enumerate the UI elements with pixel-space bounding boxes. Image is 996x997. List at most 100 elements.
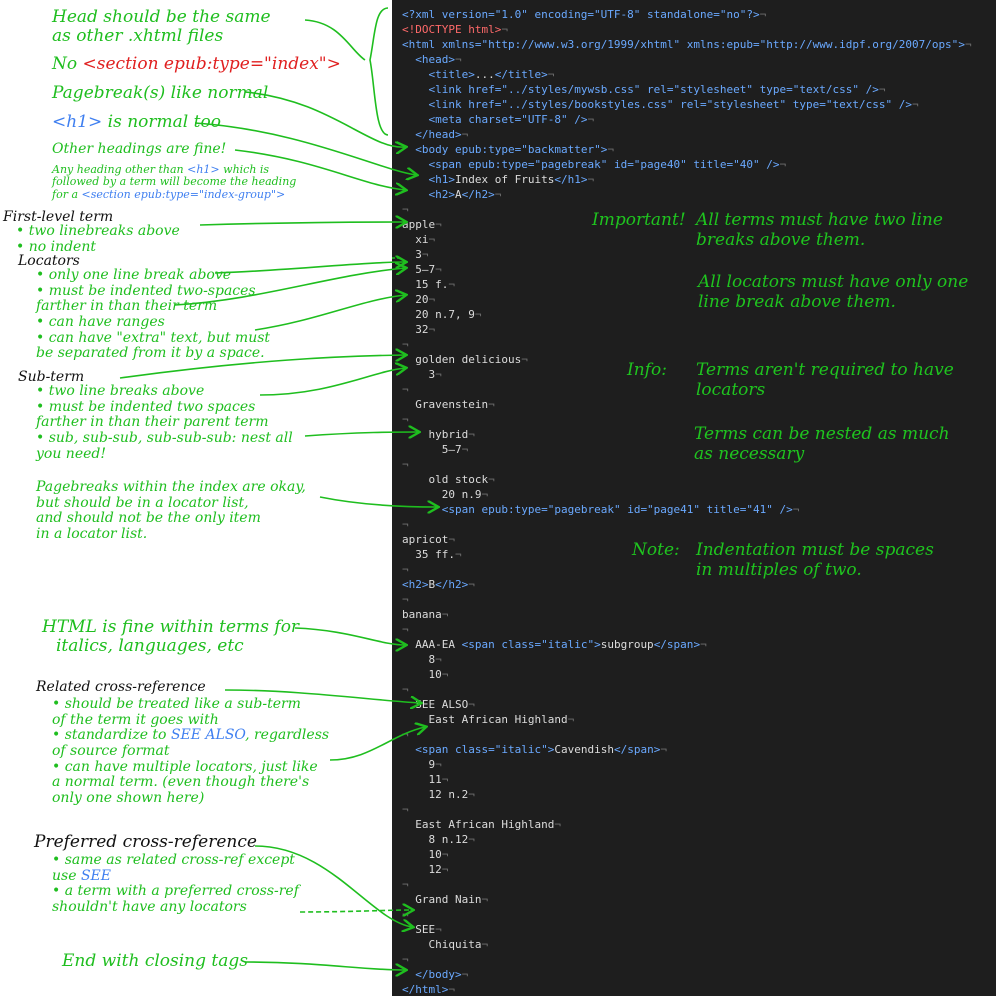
code-line: </html>¬: [402, 983, 455, 996]
note-line: • should be treated like a sub-term: [52, 696, 301, 712]
code-line: <h2>B</h2>¬: [402, 578, 475, 591]
note-line: Pagebreaks within the index are okay,: [36, 479, 306, 495]
code-line: </head>¬: [415, 128, 469, 141]
code-line: 3¬: [402, 368, 442, 381]
code-line: ¬: [402, 803, 409, 816]
code-line: ¬: [402, 908, 409, 921]
code-line: 20 n.7, 9¬: [402, 308, 482, 321]
code-line: 20 n.9¬: [402, 488, 489, 501]
note-line: • can have ranges: [36, 314, 165, 331]
code-line: hybrid¬: [402, 428, 475, 441]
note-line: • must be indented two spaces: [36, 398, 256, 415]
note-line: in a locator list.: [36, 526, 148, 543]
code-note-note-label: Note:: [632, 540, 680, 560]
note-first-level-items: • two linebreaks above • no indent: [16, 223, 180, 255]
note-line: Head should be the same: [52, 7, 271, 27]
code-line: ¬: [402, 728, 409, 741]
code-note-nested: Terms can be nested as much as necessary: [694, 424, 950, 465]
note-text: which is: [219, 163, 270, 176]
code-line: old stock¬: [402, 473, 495, 486]
note-line: • two line breaks above: [36, 383, 205, 399]
note-pagebreaks-index: Pagebreaks within the index are okay, bu…: [36, 479, 306, 543]
code-line: 10¬: [402, 668, 449, 681]
code-note-note-body: Indentation must be spaces in multiples …: [696, 540, 934, 581]
code-line: Gravenstein¬: [402, 398, 495, 411]
code-line: <?xml version="1.0" encoding="UTF-8" sta…: [402, 8, 767, 21]
code-line: ¬: [402, 458, 409, 471]
code-line: golden delicious¬: [402, 353, 528, 366]
code-line: 8¬: [402, 653, 442, 666]
note-locator-items: • only one line break above • must be in…: [36, 267, 271, 362]
code-line: 10¬: [402, 848, 449, 861]
code-line: <!DOCTYPE html>¬: [402, 23, 508, 36]
code-line: 8 n.12¬: [402, 833, 475, 846]
code-note-info-body: Terms aren't required to have locators: [696, 360, 954, 401]
note-line: Terms can be nested as much: [694, 424, 950, 444]
note-line: HTML is fine within terms for: [42, 617, 300, 637]
note-line: • sub, sub-sub, sub-sub-sub: nest all: [36, 430, 293, 447]
note-head-same: Head should be the same as other .xhtml …: [52, 7, 271, 46]
note-code: <section epub:type="index-group">: [81, 187, 286, 201]
note-line: farther in than their term: [36, 298, 218, 315]
note-text: for a: [52, 187, 82, 201]
code-line: 12 n.2¬: [402, 788, 475, 801]
note-code: <h1>: [187, 163, 220, 176]
note-line: you need!: [36, 445, 106, 462]
code-line: ¬: [402, 878, 409, 891]
code-line: <html xmlns="http://www.w3.org/1999/xhtm…: [402, 38, 972, 51]
note-line: • can have multiple locators, just like: [52, 758, 318, 775]
note-text: is normal too: [102, 112, 221, 132]
code-line: ¬: [402, 593, 409, 606]
note-line: of the term it goes with: [52, 711, 219, 728]
note-line: Terms aren't required to have: [696, 360, 954, 380]
code-line: ¬: [402, 953, 409, 966]
note-line: italics, languages, etc: [56, 636, 244, 657]
note-line: shouldn't have any locators: [52, 899, 247, 916]
note-text: No: [52, 54, 78, 74]
code-line: <meta charset="UTF-8" />¬: [428, 113, 595, 126]
code-line: ¬: [402, 623, 409, 636]
code-line: <span epub:type="pagebreak" id="page41" …: [441, 503, 800, 516]
note-line: in multiples of two.: [696, 560, 862, 581]
note-line: • only one line break above: [36, 267, 232, 283]
note-other-headings-detail: Any heading other than <h1> which is fol…: [52, 163, 296, 201]
note-line: as necessary: [694, 444, 805, 465]
code-note-info-label: Info:: [627, 360, 667, 380]
note-code: SEE ALSO: [170, 727, 246, 744]
code-line: <title>...</title>¬: [428, 68, 555, 81]
code-line: East African Highland¬: [402, 713, 575, 726]
code-line: 5–7¬: [402, 263, 442, 276]
note-line: All terms must have two line: [696, 210, 943, 230]
code-line: </body>¬: [415, 968, 469, 981]
code-line: ¬: [402, 413, 409, 426]
code-line: SEE ALSO¬: [402, 698, 475, 711]
code-line: 9¬: [402, 758, 442, 771]
note-line: but should be in a locator list,: [36, 494, 249, 511]
note-line: Indentation must be spaces: [696, 540, 934, 560]
note-pagebreaks-normal: Pagebreak(s) like normal: [52, 83, 269, 103]
note-line: • can have "extra" text, but must: [36, 329, 271, 346]
note-line: • must be indented two-spaces: [36, 282, 256, 299]
note-preferred-xref: Preferred cross-reference: [34, 832, 257, 852]
code-note-important: Important!: [592, 210, 686, 230]
code-line: <h1>Index of Fruits</h1>¬: [428, 173, 595, 186]
note-line: • two linebreaks above: [16, 223, 180, 239]
note-line: be separated from it by a space.: [36, 345, 265, 362]
note-no-section: No <section epub:type="index">: [52, 54, 341, 74]
code-line: 11¬: [402, 773, 449, 786]
note-related-xref: Related cross-reference: [36, 679, 206, 695]
code-line: banana¬: [402, 608, 449, 621]
code-line: 20¬: [402, 293, 436, 306]
code-line: ¬: [402, 338, 409, 351]
code-line: ¬: [402, 518, 409, 531]
code-line: <link href="../styles/mywsb.css" rel="st…: [428, 83, 886, 96]
note-text: Important!: [592, 210, 686, 230]
code-line: AAA-EA <span class="italic">subgroup</sp…: [402, 638, 707, 651]
code-line: 15 f.¬: [402, 278, 455, 291]
note-text: Any heading other than: [52, 163, 188, 176]
note-line: locators: [696, 380, 766, 401]
note-line: breaks above them.: [696, 230, 866, 251]
code-line: 3¬: [402, 248, 429, 261]
note-line: of source format: [52, 743, 170, 760]
code-line: 32¬: [402, 323, 436, 336]
